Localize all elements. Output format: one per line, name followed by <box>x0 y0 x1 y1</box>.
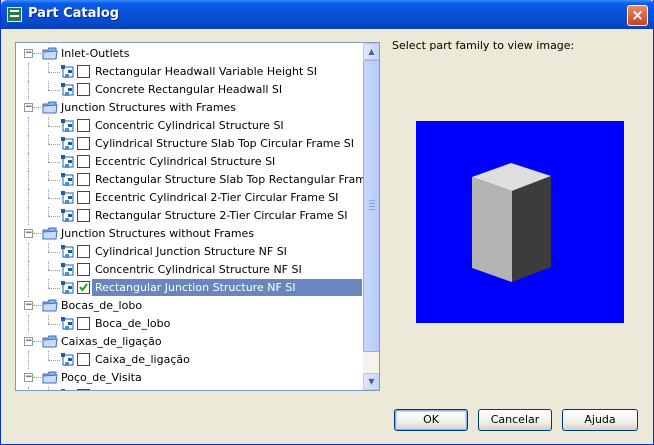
part-catalog-dialog: Part Catalog × − Inlet-Outlets Rectangular… <box>0 0 654 445</box>
part-family-icon <box>60 118 76 134</box>
tree-item-label: Cylindrical Structure Slab Top Circular … <box>95 137 355 150</box>
tree-item-row[interactable]: Cylindrical Structure Slab Top Circular … <box>16 135 363 153</box>
part-family-icon <box>60 208 76 224</box>
part-tree-content: − Inlet-Outlets Rectangular Headwall Varia… <box>16 43 363 390</box>
rectangular-structure-image <box>472 163 551 282</box>
scroll-down-button[interactable]: ▼ <box>363 373 379 390</box>
part-checkbox[interactable] <box>77 65 90 78</box>
tree-item-label: Poço_de_Visita <box>95 388 176 390</box>
part-family-icon <box>60 244 76 260</box>
part-family-icon <box>60 82 76 98</box>
folder-icon <box>42 227 58 240</box>
tree-item-label: Concrete Rectangular Headwall SI <box>95 83 283 96</box>
tree-group-row[interactable]: − Junction Structures without Frames <box>16 225 363 243</box>
part-family-icon <box>60 190 76 206</box>
scroll-thumb[interactable] <box>363 60 379 352</box>
tree-item-row[interactable]: Rectangular Structure 2-Tier Circular Fr… <box>16 207 363 225</box>
tree-group-row[interactable]: − Poço_de_Visita <box>16 369 363 387</box>
part-checkbox[interactable] <box>77 317 90 330</box>
tree-item-label: Concentric Cylindrical Structure NF SI <box>95 263 302 276</box>
part-family-icon <box>60 136 76 152</box>
close-button[interactable]: × <box>627 5 648 26</box>
part-family-icon <box>60 352 76 368</box>
tree-item-label: Concentric Cylindrical Structure SI <box>95 119 284 132</box>
part-checkbox[interactable] <box>77 281 90 294</box>
tree-item-row[interactable]: Caixa_de_ligação <box>16 351 363 369</box>
part-preview-image <box>416 121 624 323</box>
tree-item-label: Eccentric Cylindrical Structure SI <box>95 155 276 168</box>
tree-item-row[interactable]: Eccentric Cylindrical 2-Tier Circular Fr… <box>16 189 363 207</box>
tree-item-label: Rectangular Junction Structure NF SI <box>95 281 296 294</box>
tree-group-row[interactable]: − Junction Structures with Frames <box>16 99 363 117</box>
part-checkbox[interactable] <box>77 209 90 222</box>
collapse-icon[interactable]: − <box>24 373 33 382</box>
tree-group-label: Junction Structures without Frames <box>61 227 255 240</box>
folder-icon <box>42 299 58 312</box>
tree-item-label: Boca_de_lobo <box>95 317 171 330</box>
part-checkbox[interactable] <box>77 191 90 204</box>
part-family-icon <box>60 262 76 278</box>
collapse-icon[interactable]: − <box>24 103 33 112</box>
tree-item-row[interactable]: Rectangular Structure Slab Top Rectangul… <box>16 171 363 189</box>
tree-group-label: Bocas_de_lobo <box>61 299 143 312</box>
collapse-icon[interactable]: − <box>24 301 33 310</box>
tree-group-row[interactable]: − Caixas_de_ligação <box>16 333 363 351</box>
part-checkbox[interactable] <box>77 119 90 132</box>
tree-item-label: Eccentric Cylindrical 2-Tier Circular Fr… <box>95 191 339 204</box>
part-checkbox[interactable] <box>77 83 90 96</box>
part-family-icon <box>60 154 76 170</box>
part-family-icon <box>60 64 76 80</box>
part-checkbox[interactable] <box>77 245 90 258</box>
tree-item-label: Rectangular Structure Slab Top Rectangul… <box>95 173 363 186</box>
tree-group-label: Junction Structures with Frames <box>61 101 237 114</box>
part-family-icon <box>60 388 76 390</box>
tree-item-row[interactable]: Poço_de_Visita <box>16 387 363 390</box>
part-checkbox[interactable] <box>77 173 90 186</box>
tree-item-row[interactable]: Rectangular Junction Structure NF SI <box>16 279 363 297</box>
tree-group-label: Caixas_de_ligação <box>61 335 162 348</box>
tree-item-label: Cylindrical Junction Structure NF SI <box>95 245 287 258</box>
folder-icon <box>42 47 58 60</box>
tree-item-row[interactable]: Boca_de_lobo <box>16 315 363 333</box>
part-family-icon <box>60 280 76 296</box>
help-button[interactable]: Ajuda <box>562 409 638 431</box>
part-checkbox[interactable] <box>77 389 90 390</box>
part-family-icon <box>60 316 76 332</box>
tree-item-label: Caixa_de_ligação <box>95 353 190 366</box>
tree-group-label: Inlet-Outlets <box>61 47 130 60</box>
window-title: Part Catalog <box>28 6 120 21</box>
ok-button[interactable]: OK <box>394 409 468 431</box>
tree-group-row[interactable]: − Inlet-Outlets <box>16 45 363 63</box>
tree-item-label: Rectangular Structure 2-Tier Circular Fr… <box>95 209 348 222</box>
scroll-up-button[interactable]: ▲ <box>363 43 379 60</box>
app-icon <box>7 7 22 22</box>
collapse-icon[interactable]: − <box>24 49 33 58</box>
tree-item-row[interactable]: Cylindrical Junction Structure NF SI <box>16 243 363 261</box>
title-bar[interactable]: Part Catalog × <box>1 0 654 29</box>
tree-item-label: Rectangular Headwall Variable Height SI <box>95 65 317 78</box>
part-checkbox[interactable] <box>77 155 90 168</box>
cancel-button[interactable]: Cancelar <box>478 409 552 431</box>
tree-item-row[interactable]: Concentric Cylindrical Structure NF SI <box>16 261 363 279</box>
part-tree: − Inlet-Outlets Rectangular Headwall Varia… <box>15 42 380 391</box>
folder-icon <box>42 335 58 348</box>
tree-scrollbar[interactable]: ▲ ▼ <box>363 43 379 390</box>
tree-group-label: Poço_de_Visita <box>61 371 142 384</box>
part-checkbox[interactable] <box>77 137 90 150</box>
folder-icon <box>42 371 58 384</box>
preview-label: Select part family to view image: <box>392 39 575 52</box>
tree-item-row[interactable]: Rectangular Headwall Variable Height SI <box>16 63 363 81</box>
tree-group-row[interactable]: − Bocas_de_lobo <box>16 297 363 315</box>
tree-item-row[interactable]: Concrete Rectangular Headwall SI <box>16 81 363 99</box>
part-checkbox[interactable] <box>77 263 90 276</box>
tree-item-row[interactable]: Eccentric Cylindrical Structure SI <box>16 153 363 171</box>
collapse-icon[interactable]: − <box>24 337 33 346</box>
part-checkbox[interactable] <box>77 353 90 366</box>
tree-item-row[interactable]: Concentric Cylindrical Structure SI <box>16 117 363 135</box>
part-family-icon <box>60 172 76 188</box>
collapse-icon[interactable]: − <box>24 229 33 238</box>
folder-icon <box>42 101 58 114</box>
